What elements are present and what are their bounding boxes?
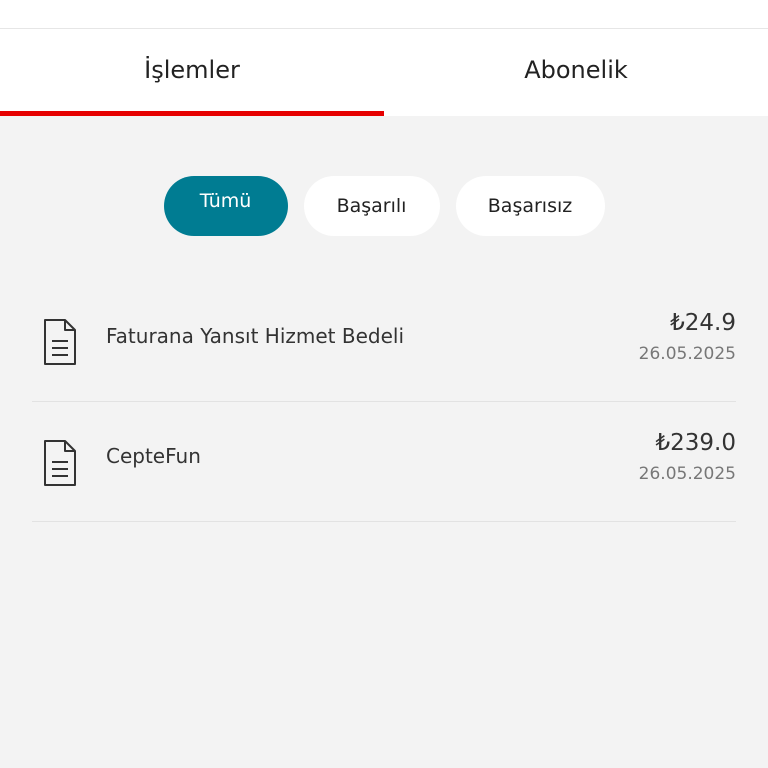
transaction-date: 26.05.2025 (638, 464, 736, 484)
filter-successful-button[interactable]: Başarılı (303, 176, 440, 236)
document-icon (44, 319, 76, 365)
tab-islemler[interactable]: İşlemler (0, 29, 384, 116)
filter-all-button[interactable]: Tümü (163, 176, 288, 236)
transaction-title: CepteFun (106, 444, 201, 468)
transaction-date: 26.05.2025 (638, 344, 736, 364)
tab-abonelik[interactable]: Abonelik (384, 29, 768, 116)
filter-failed-button[interactable]: Başarısız (455, 176, 605, 236)
document-icon (44, 440, 76, 486)
transaction-amount: ₺24.9 (670, 310, 736, 336)
transaction-title: Faturana Yansıt Hizmet Bedeli (106, 324, 404, 348)
filter-chips: Tümü Başarılı Başarısız (0, 176, 768, 236)
transaction-row[interactable]: CepteFun ₺239.0 26.05.2025 (32, 402, 736, 522)
tab-bar: İşlemler Abonelik (0, 29, 768, 116)
top-status-strip (0, 0, 768, 29)
transaction-row[interactable]: Faturana Yansıt Hizmet Bedeli ₺24.9 26.0… (32, 282, 736, 402)
transaction-list: Faturana Yansıt Hizmet Bedeli ₺24.9 26.0… (32, 282, 736, 522)
transaction-amount: ₺239.0 (655, 430, 736, 456)
